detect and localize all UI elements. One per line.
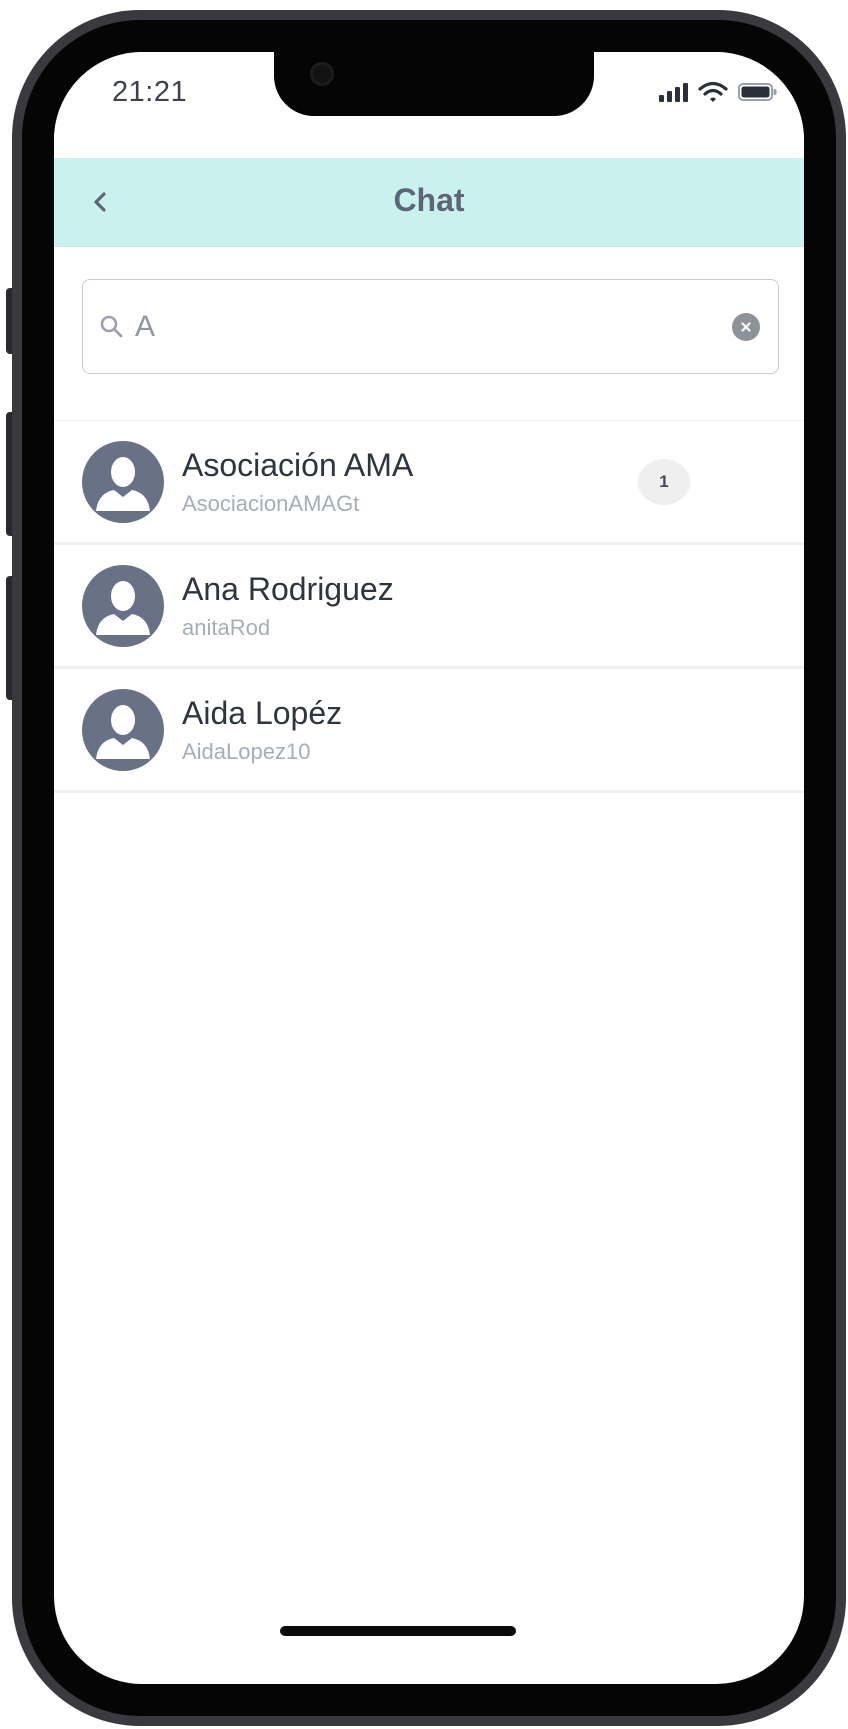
home-indicator: [280, 1626, 516, 1636]
avatar: [82, 689, 164, 771]
user-silhouette-icon: [96, 581, 150, 635]
status-bar: 21:21: [54, 52, 804, 158]
avatar: [82, 565, 164, 647]
clear-circle-icon: [741, 322, 751, 332]
chat-header: Chat: [54, 158, 804, 247]
contact-name: Ana Rodriguez: [182, 571, 394, 607]
user-silhouette-icon: [96, 705, 150, 759]
battery-icon: [738, 83, 777, 101]
front-camera: [310, 62, 334, 86]
avatar: [82, 441, 164, 523]
clear-search-button[interactable]: [732, 313, 760, 341]
phone-bezel: 21:21 Chat A Asociación AMA AsociacionAM…: [22, 20, 836, 1716]
search-input[interactable]: [135, 298, 695, 356]
status-icons: [658, 80, 778, 104]
unread-count-badge: 1: [638, 459, 690, 505]
chat-list-item[interactable]: Asociación AMA AsociacionAMAGt 1: [54, 421, 804, 545]
contact-username: anitaRod: [182, 615, 271, 640]
page-title: Chat: [393, 182, 465, 218]
chat-list: Asociación AMA AsociacionAMAGt 1 Ana Rod…: [54, 420, 804, 793]
screen: 21:21 Chat A Asociación AMA AsociacionAM…: [54, 52, 804, 1684]
contact-name: Asociación AMA: [182, 447, 414, 483]
wifi-icon: [698, 81, 728, 102]
device-stage: 21:21 Chat A Asociación AMA AsociacionAM…: [0, 0, 848, 1729]
chat-list-item[interactable]: Ana Rodriguez anitaRod: [54, 545, 804, 669]
status-time: 21:21: [112, 76, 188, 108]
search-icon: [100, 315, 123, 338]
notch: [274, 52, 594, 116]
search-bar: [82, 279, 779, 374]
contact-name: Aida Lopéz: [182, 695, 343, 731]
user-silhouette-icon: [96, 457, 150, 511]
cellular-signal-icon: [659, 83, 688, 102]
phone-frame: 21:21 Chat A Asociación AMA AsociacionAM…: [12, 10, 846, 1726]
chat-list-item[interactable]: Aida Lopéz AidaLopez10: [54, 669, 804, 793]
contact-username: AsociacionAMAGt: [182, 491, 360, 516]
contact-username: AidaLopez10: [182, 739, 311, 764]
